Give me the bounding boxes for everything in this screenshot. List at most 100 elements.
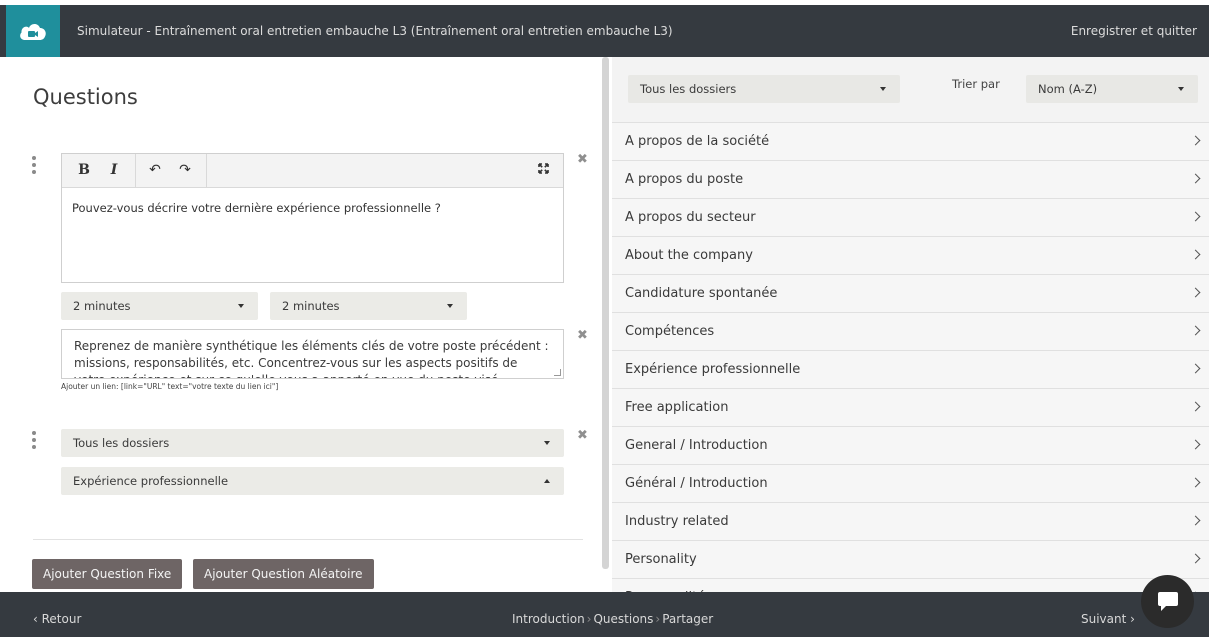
folder-row[interactable]: Personality bbox=[612, 540, 1209, 578]
link-help-text: Ajouter un lien: [link="URL" text="votre… bbox=[61, 382, 279, 391]
random-folder-select[interactable]: Tous les dossiers bbox=[61, 429, 564, 457]
caret-down-icon bbox=[1178, 87, 1184, 91]
caret-down-icon bbox=[238, 304, 244, 308]
folder-label: A propos du secteur bbox=[625, 210, 756, 225]
hint-text: Reprenez de manière synthétique les élém… bbox=[74, 339, 549, 378]
chat-icon bbox=[1157, 591, 1178, 611]
chevron-right-icon bbox=[1190, 515, 1201, 526]
sort-value: Nom (A-Z) bbox=[1038, 82, 1098, 96]
folder-label: Personnalité bbox=[625, 579, 705, 592]
italic-button[interactable]: I bbox=[102, 154, 126, 187]
close-icon[interactable]: ✖ bbox=[577, 329, 588, 342]
bottom-nav-bar: ‹ Retour Introduction › Questions › Partager… bbox=[0, 592, 1209, 637]
cloud-camera-icon bbox=[20, 24, 46, 40]
folder-label: Candidature spontanée bbox=[625, 286, 778, 301]
folder-label: A propos du poste bbox=[625, 172, 744, 187]
divider bbox=[33, 539, 583, 540]
folder-label: Compétences bbox=[625, 324, 715, 339]
folder-label: Industry related bbox=[625, 514, 729, 529]
folder-row[interactable]: Général / Introduction bbox=[612, 464, 1209, 502]
undo-button[interactable]: ↶ bbox=[144, 154, 166, 187]
resize-grip-icon[interactable] bbox=[554, 369, 561, 376]
folder-label: Personality bbox=[625, 552, 697, 567]
simulator-title: Simulateur - Entraînement oral entretien… bbox=[77, 24, 673, 38]
chevron-right-icon bbox=[1190, 249, 1201, 260]
chat-button[interactable] bbox=[1141, 575, 1194, 628]
question-library-panel: Tous les dossiers Trier par Nom (A-Z) A … bbox=[612, 57, 1209, 592]
sort-label: Trier par bbox=[952, 77, 1000, 91]
sort-select[interactable]: Nom (A-Z) bbox=[1026, 75, 1198, 103]
drag-handle-icon[interactable] bbox=[31, 156, 37, 174]
folder-row[interactable]: About the company bbox=[612, 236, 1209, 274]
prep-time-value: 2 minutes bbox=[282, 299, 340, 313]
folder-row[interactable]: Compétences bbox=[612, 312, 1209, 350]
redo-button[interactable]: ↷ bbox=[174, 154, 196, 187]
caret-down-icon bbox=[447, 304, 453, 308]
drag-handle-icon[interactable] bbox=[31, 431, 37, 449]
answer-time-value: 2 minutes bbox=[73, 299, 131, 313]
chevron-right-icon bbox=[1190, 363, 1201, 374]
answer-time-select[interactable]: 2 minutes bbox=[61, 292, 258, 320]
chevron-right-icon bbox=[1190, 553, 1201, 564]
chevron-right-icon bbox=[1190, 173, 1201, 184]
random-folder-value: Tous les dossiers bbox=[73, 436, 170, 450]
folder-label: Free application bbox=[625, 400, 729, 415]
folder-label: Expérience professionnelle bbox=[625, 362, 801, 377]
folder-label: A propos de la société bbox=[625, 134, 770, 149]
step-share[interactable]: Partager bbox=[662, 612, 713, 626]
step-introduction[interactable]: Introduction bbox=[512, 612, 585, 626]
panel-scrollbar[interactable] bbox=[602, 57, 609, 569]
caret-up-icon bbox=[544, 479, 550, 483]
folder-list: A propos de la société A propos du poste… bbox=[612, 122, 1209, 592]
chevron-right-icon bbox=[1190, 439, 1201, 450]
chevron-right-icon bbox=[1190, 477, 1201, 488]
question-text[interactable]: Pouvez-vous décrire votre dernière expér… bbox=[62, 188, 563, 228]
bold-button[interactable]: B bbox=[72, 154, 96, 187]
random-category-select[interactable]: Expérience professionnelle bbox=[61, 467, 564, 495]
folder-row[interactable]: A propos du secteur bbox=[612, 198, 1209, 236]
folder-row[interactable]: Free application bbox=[612, 388, 1209, 426]
folder-label: General / Introduction bbox=[625, 438, 768, 453]
toolbar-divider bbox=[206, 154, 207, 187]
folder-label: Général / Introduction bbox=[625, 476, 768, 491]
folder-filter-value: Tous les dossiers bbox=[640, 82, 737, 96]
chevron-right-icon bbox=[1190, 401, 1201, 412]
random-category-value: Expérience professionnelle bbox=[73, 474, 229, 488]
folder-row[interactable]: General / Introduction bbox=[612, 426, 1209, 464]
step-breadcrumb: Introduction › Questions › Partager bbox=[512, 592, 713, 637]
expand-icon bbox=[537, 163, 549, 174]
hint-textarea[interactable]: Reprenez de manière synthétique les élém… bbox=[61, 329, 564, 379]
breadcrumb-separator: › bbox=[586, 612, 592, 626]
save-and-quit-link[interactable]: Enregistrer et quitter bbox=[1071, 5, 1197, 57]
caret-down-icon bbox=[880, 87, 886, 91]
folder-row[interactable]: Personnalité bbox=[612, 578, 1209, 592]
toolbar-divider bbox=[135, 154, 136, 187]
chevron-right-icon bbox=[1190, 287, 1201, 298]
chevron-right-icon bbox=[1190, 211, 1201, 222]
fullscreen-button[interactable] bbox=[532, 154, 554, 187]
folder-label: About the company bbox=[625, 248, 753, 263]
editor-toolbar: B I ↶ ↷ bbox=[62, 154, 563, 188]
add-fixed-question-button[interactable]: Ajouter Question Fixe bbox=[32, 559, 183, 589]
add-random-question-button[interactable]: Ajouter Question Aléatoire bbox=[193, 559, 374, 589]
next-link[interactable]: Suivant › bbox=[1081, 592, 1135, 637]
step-questions[interactable]: Questions bbox=[593, 612, 653, 626]
breadcrumb-separator: › bbox=[655, 612, 661, 626]
close-icon[interactable]: ✖ bbox=[577, 429, 588, 442]
question-editor[interactable]: B I ↶ ↷ Pouvez-vous décrire votre derniè… bbox=[61, 153, 564, 283]
back-link[interactable]: ‹ Retour bbox=[33, 592, 81, 637]
top-bar: Simulateur - Entraînement oral entretien… bbox=[0, 5, 1209, 57]
folder-filter-select[interactable]: Tous les dossiers bbox=[628, 75, 900, 103]
folder-row[interactable]: Expérience professionnelle bbox=[612, 350, 1209, 388]
folder-row[interactable]: Candidature spontanée bbox=[612, 274, 1209, 312]
close-icon[interactable]: ✖ bbox=[577, 153, 588, 166]
page-title: Questions bbox=[33, 85, 138, 109]
app-logo[interactable] bbox=[6, 5, 60, 57]
folder-row[interactable]: A propos de la société bbox=[612, 122, 1209, 160]
caret-down-icon bbox=[544, 441, 550, 445]
folder-row[interactable]: Industry related bbox=[612, 502, 1209, 540]
prep-time-select[interactable]: 2 minutes bbox=[270, 292, 467, 320]
chevron-right-icon bbox=[1190, 325, 1201, 336]
questions-panel: Questions ✖ B I ↶ ↷ Pouvez-vous décrire … bbox=[0, 57, 600, 592]
folder-row[interactable]: A propos du poste bbox=[612, 160, 1209, 198]
